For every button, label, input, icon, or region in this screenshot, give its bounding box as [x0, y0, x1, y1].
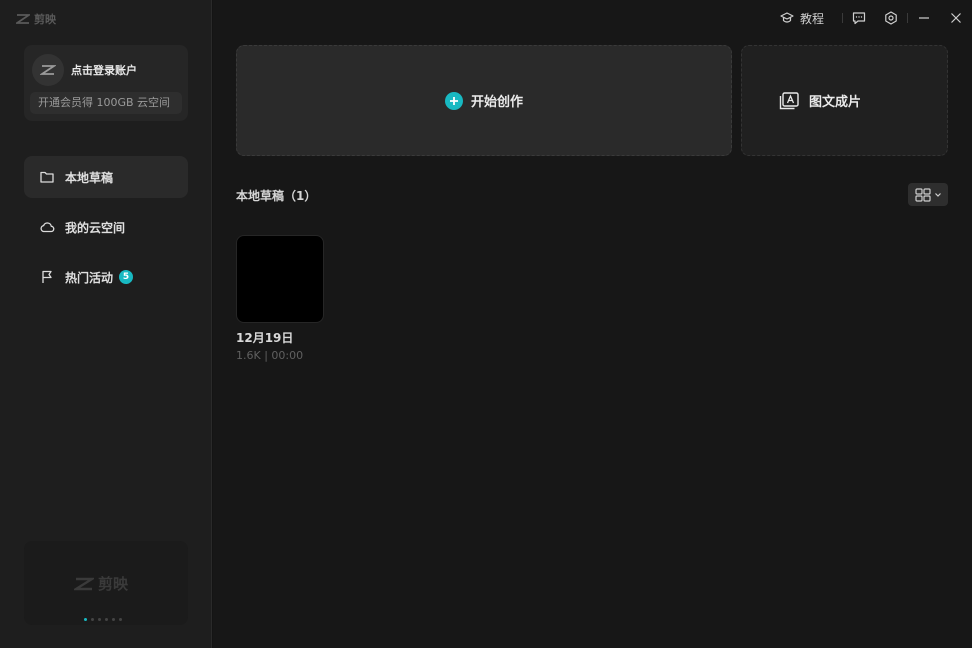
drafts-section-title: 本地草稿（1）: [236, 189, 317, 203]
chevron-down-icon: [934, 192, 941, 197]
minimize-button[interactable]: [908, 0, 940, 36]
gear-icon: [885, 11, 897, 25]
account-card[interactable]: 点击登录账户 开通会员得 100GB 云空间: [24, 45, 188, 121]
promo-logo-text: 剪映: [98, 575, 129, 593]
cloud-icon: [40, 222, 55, 233]
text-to-video-icon: [779, 91, 799, 109]
title-bar: 教程: [772, 0, 972, 36]
feedback-icon: [852, 12, 866, 25]
app-name: 剪映: [34, 13, 56, 26]
settings-button[interactable]: [875, 0, 907, 36]
draft-meta: 1.6K | 00:00: [236, 349, 304, 362]
sidebar-item-label: 本地草稿: [65, 170, 114, 185]
vip-promo-button[interactable]: 开通会员得 100GB 云空间: [30, 92, 182, 114]
sidebar-item-cloud-space[interactable]: 我的云空间: [24, 206, 188, 248]
draft-title: 12月19日: [236, 331, 294, 345]
sidebar-item-hot-events[interactable]: 热门活动 5: [24, 256, 188, 298]
draft-card[interactable]: 12月19日 1.6K | 00:00: [236, 235, 324, 362]
text-to-video-button[interactable]: 图文成片: [741, 45, 948, 156]
start-create-button[interactable]: 开始创作: [236, 45, 732, 156]
carousel-dot[interactable]: [91, 618, 94, 621]
start-create-label: 开始创作: [470, 95, 523, 110]
sidebar-item-local-drafts[interactable]: 本地草稿: [24, 156, 188, 198]
text-to-video-label: 图文成片: [809, 95, 862, 110]
folder-icon: [40, 171, 54, 183]
graduation-cap-icon: [780, 12, 794, 23]
sidebar: 剪映 点击登录账户 开通会员得 100GB 云空间 本地草稿 我的云空间 热门活…: [0, 0, 212, 648]
plus-icon: [444, 91, 463, 110]
sidebar-item-label: 热门活动: [65, 270, 114, 285]
close-icon: [951, 13, 961, 23]
tutorial-button[interactable]: 教程: [772, 10, 832, 27]
login-link[interactable]: 点击登录账户: [71, 62, 137, 78]
draft-thumbnail[interactable]: [236, 235, 324, 323]
feedback-button[interactable]: [843, 0, 875, 36]
capcut-logo-icon: [74, 577, 94, 590]
carousel-dot[interactable]: [119, 618, 122, 621]
tutorial-label: 教程: [799, 11, 824, 26]
carousel-dot[interactable]: [112, 618, 115, 621]
sidebar-item-label: 我的云空间: [65, 220, 126, 235]
promo-banner[interactable]: 剪映: [24, 541, 188, 625]
view-mode-toggle[interactable]: [908, 183, 948, 206]
minimize-icon: [919, 17, 929, 19]
carousel-dots: [84, 618, 122, 621]
main-content: 教程 开始创作 图文成片 本地草稿（1） 12月19日 1.6K | 00:00: [213, 0, 972, 648]
capcut-logo-icon: [16, 14, 30, 24]
flag-icon: [42, 270, 52, 283]
close-button[interactable]: [940, 0, 972, 36]
carousel-dot[interactable]: [84, 618, 87, 621]
capcut-logo-icon: [40, 65, 56, 75]
avatar[interactable]: [32, 54, 64, 86]
grid-view-icon: [914, 187, 931, 202]
carousel-dot[interactable]: [98, 618, 101, 621]
notification-badge: 5: [119, 270, 134, 284]
promo-logo: 剪映: [74, 573, 128, 594]
app-brand: 剪映: [16, 11, 56, 27]
carousel-dot[interactable]: [105, 618, 108, 621]
